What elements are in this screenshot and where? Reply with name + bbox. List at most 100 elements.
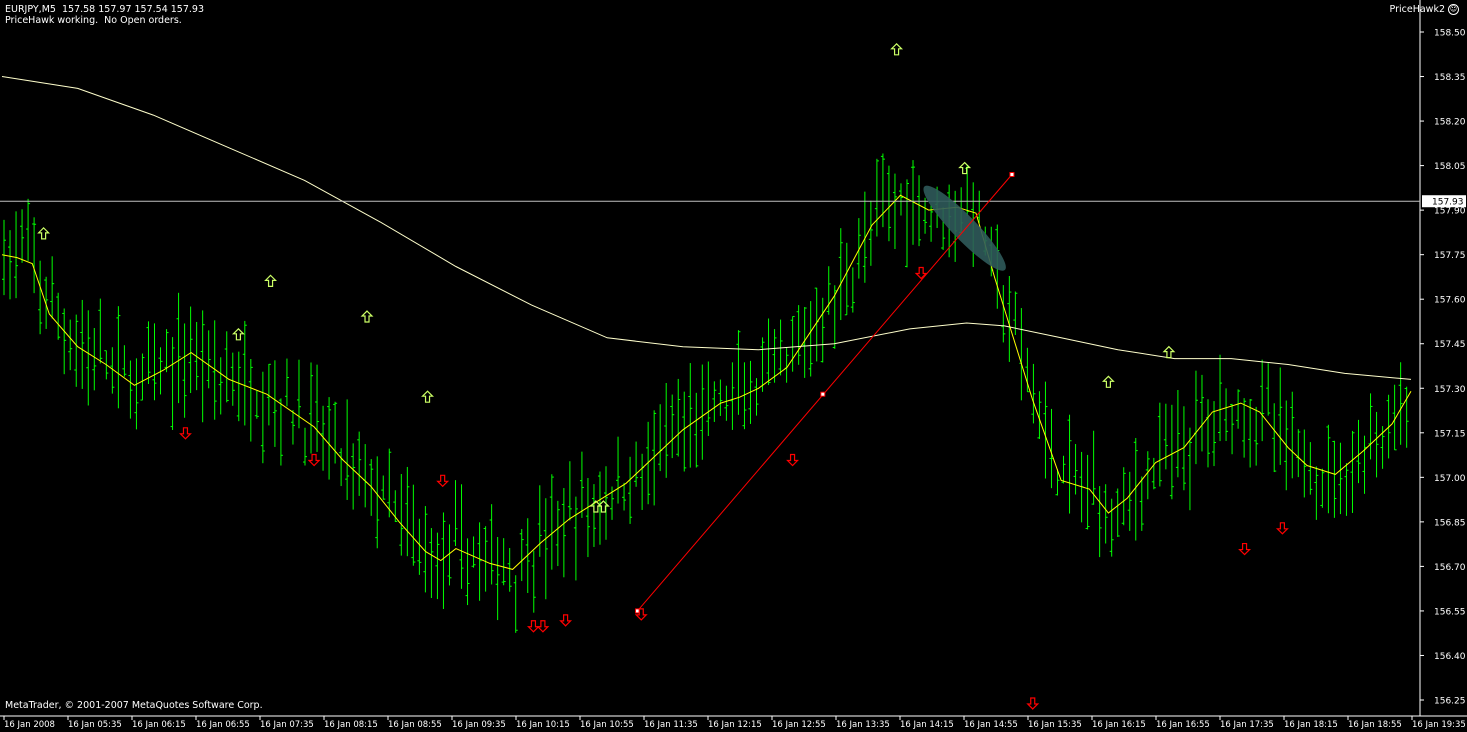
time-tick-label: 16 Jan 10:55: [580, 720, 634, 730]
ohlc-bar: [345, 399, 350, 500]
down-arrow-signal: [536, 620, 550, 633]
ohlc-bar: [92, 327, 97, 391]
ohlc-bar: [38, 260, 43, 335]
ohlc-bar: [2, 219, 6, 296]
smiley-icon[interactable]: ☺: [1448, 4, 1459, 15]
ohlc-bar: [688, 363, 693, 468]
ohlc-bar: [315, 364, 320, 452]
ohlc-bar: [808, 301, 813, 377]
ohlc-bar: [850, 267, 855, 313]
ohlc-bar: [116, 306, 121, 409]
trendline-anchor: [1009, 172, 1015, 178]
ohlc-bar: [1019, 308, 1024, 401]
trendline-anchor: [820, 391, 826, 397]
expert-status-line: PriceHawk working. No Open orders.: [5, 15, 182, 26]
time-tick-label: 16 Jan 07:35: [260, 720, 314, 730]
ohlc-bar: [465, 538, 470, 606]
ohlc-bar: [585, 478, 590, 558]
ohlc-bar: [1163, 403, 1168, 470]
ohlc-bar: [1266, 363, 1271, 416]
ohlc-bar: [278, 398, 283, 466]
ohlc-bar: [868, 200, 873, 266]
ohlc-bar: [616, 436, 621, 504]
up-arrow-signal: [890, 42, 904, 56]
time-tick-label: 16 Jan 2008: [4, 720, 55, 730]
time-tick-label: 16 Jan 12:15: [708, 720, 762, 730]
price-tick-label: 156.55: [1434, 607, 1466, 617]
ohlc-bar: [1127, 471, 1132, 531]
ohlc-bar: [760, 337, 765, 392]
ohlc-bar: [923, 197, 928, 234]
down-arrow-signal: [1238, 542, 1252, 556]
time-tick-label: 16 Jan 14:15: [900, 720, 954, 730]
ohlc-bar: [1344, 463, 1349, 516]
down-arrow-signal: [307, 453, 321, 467]
time-tick-label: 16 Jan 14:55: [964, 720, 1018, 730]
ohlc-bar: [1121, 467, 1126, 526]
ohlc-bar: [44, 276, 49, 329]
ohlc-bar: [1157, 402, 1162, 487]
time-tick-label: 16 Jan 16:55: [1156, 720, 1210, 730]
ohlc-bar: [14, 211, 19, 299]
down-arrow-signal: [786, 453, 800, 467]
ohlc-bar: [844, 242, 849, 316]
time-tick-label: 16 Jan 06:55: [196, 720, 250, 730]
copyright-notice: MetaTrader, © 2001-2007 MetaQuotes Softw…: [5, 700, 263, 711]
ohlc-bar: [886, 165, 891, 242]
ohlc-bar: [471, 536, 476, 568]
price-tick-label: 157.75: [1434, 251, 1466, 261]
ohlc-bar: [200, 310, 205, 423]
ohlc-bar: [260, 371, 265, 464]
ohlc-bar: [730, 362, 735, 430]
ohlc-bar: [772, 329, 777, 383]
time-tick-label: 16 Jan 16:15: [1092, 720, 1146, 730]
ohlc-bar: [98, 298, 103, 364]
expert-advisor-name[interactable]: PriceHawk2: [1390, 4, 1445, 15]
ohlc-bar: [435, 532, 440, 600]
ohlc-bar: [254, 390, 259, 419]
ohlc-bar: [549, 474, 554, 570]
ohlc-bar: [357, 431, 362, 496]
slow-moving-average-line: [1, 76, 1412, 380]
ohlc-bar: [441, 512, 446, 609]
down-arrow-signal: [436, 474, 450, 488]
time-tick-label: 16 Jan 13:35: [836, 720, 890, 730]
up-arrow-signal: [264, 274, 278, 287]
ohlc-bar: [146, 321, 151, 384]
symbol-quote-line: EURJPY,M5 157.58 157.97 157.54 157.93: [5, 4, 205, 15]
ohlc-bar: [1254, 406, 1259, 466]
ohlc-bar: [718, 379, 723, 416]
ohlc-bar: [1368, 393, 1373, 460]
ohlc-bar: [1314, 466, 1319, 520]
ohlc-bar: [1067, 414, 1072, 514]
ohlc-bar: [676, 378, 681, 457]
price-tick-label: 157.90: [1434, 207, 1466, 217]
ohlc-bar: [74, 314, 79, 387]
ohlc-bar: [1109, 498, 1114, 557]
ohlc-bar: [561, 488, 566, 578]
ohlc-bar: [1025, 347, 1030, 393]
ohlc-bar: [429, 528, 434, 598]
ohlc-bar: [682, 391, 687, 472]
ohlc-bar: [1338, 442, 1343, 515]
ohlc-bar: [152, 323, 157, 401]
time-tick-label: 16 Jan 15:35: [1028, 720, 1082, 730]
ohlc-bar: [1085, 454, 1090, 530]
ohlc-bar: [333, 401, 338, 464]
ohlc-bars: [2, 153, 1409, 633]
ohlc-bar: [411, 484, 416, 566]
price-tick-label: 156.70: [1434, 563, 1466, 573]
price-chart[interactable]: 158.50 158.35 158.20 158.05 157.90 157.75 157.…: [0, 0, 1467, 732]
ohlc-bar: [182, 323, 187, 418]
ohlc-bar: [1031, 363, 1036, 424]
ohlc-bar: [68, 319, 73, 371]
ohlc-bar: [164, 329, 169, 373]
down-arrow-signal: [559, 614, 573, 627]
fast-moving-average-line: [1, 194, 1412, 570]
ohlc-bar: [838, 228, 843, 321]
ohlc-bar: [50, 256, 55, 319]
ohlc-bar: [170, 337, 175, 431]
price-tick-label: 158.20: [1434, 118, 1466, 128]
ohlc-bar: [634, 441, 639, 487]
ohlc-bar: [8, 230, 13, 300]
